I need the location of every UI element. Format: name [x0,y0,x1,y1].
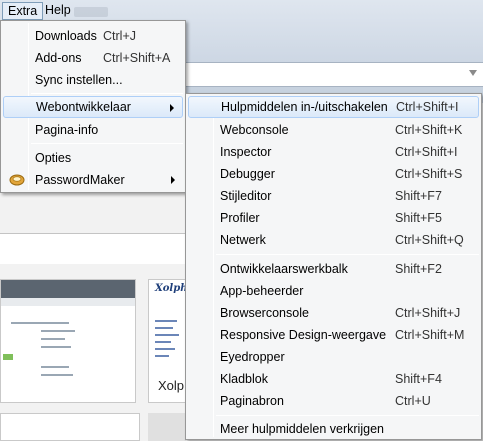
menu-item-webconsole[interactable]: Webconsole Ctrl+Shift+K [188,119,479,141]
menu-item-eyedropper[interactable]: Eyedropper [188,346,479,368]
menu-item-label: Webconsole [220,123,289,137]
thumbnail-line [155,334,179,336]
menu-item-shortcut: Ctrl+Shift+J [395,306,461,320]
menu-separator [31,143,183,144]
menu-separator [216,254,479,255]
thumbnail-caption: Xolp [158,378,185,393]
thumbnail-line [155,348,175,350]
thumbnail-header [1,280,135,298]
menu-separator [216,415,479,416]
menu-item-paginabron[interactable]: Paginabron Ctrl+U [188,390,479,412]
thumbnail-line [41,374,73,376]
menu-item-label: App-beheerder [220,284,304,298]
webontwikkelaar-submenu: Hulpmiddelen in-/uitschakelen Ctrl+Shift… [185,93,482,440]
menu-item-shortcut: Ctrl+Shift+S [395,167,463,181]
menu-item-shortcut: Ctrl+Shift+Q [395,233,464,247]
menu-item-debugger[interactable]: Debugger Ctrl+Shift+S [188,163,479,185]
menu-item-passwordmaker[interactable]: PasswordMaker [3,169,183,191]
menu-item-shortcut: Shift+F5 [395,211,442,225]
menu-item-meer-hulpmiddelen[interactable]: Meer hulpmiddelen verkrijgen [188,418,479,440]
url-bar[interactable] [185,62,483,87]
thumbnail-line [155,341,171,343]
menu-separator [31,93,183,94]
passwordmaker-icon [9,174,25,186]
menu-item-shortcut: Ctrl+J [103,29,136,43]
menu-item-shortcut: Ctrl+Shift+K [395,123,463,137]
menu-item-inspector[interactable]: Inspector Ctrl+Shift+I [188,141,479,163]
menu-item-pagina-info[interactable]: Pagina-info [3,119,183,141]
menu-item-label: Sync instellen... [35,73,123,87]
chevron-right-icon [171,176,175,184]
menu-item-shortcut: Ctrl+Shift+I [396,100,459,114]
menu-item-browserconsole[interactable]: Browserconsole Ctrl+Shift+J [188,302,479,324]
menu-item-label: Pagina-info [35,123,99,137]
thumbnail-line [155,320,177,322]
menu-bar: Extra Help [0,0,483,22]
menu-item-kladblok[interactable]: Kladblok Shift+F4 [188,368,479,390]
menu-item-label: Downloads [35,29,97,43]
thumbnail-line [155,327,173,329]
menu-item-label: Opties [35,151,72,165]
menu-item-shortcut: Shift+F7 [395,189,442,203]
menu-item-profiler[interactable]: Profiler Shift+F5 [188,207,479,229]
menu-item-label: Inspector [220,145,272,159]
dropdown-triangle-icon[interactable] [469,70,477,76]
menu-item-netwerk[interactable]: Netwerk Ctrl+Shift+Q [188,229,479,251]
thumbnail-line [41,338,65,340]
menu-item-label: Profiler [220,211,260,225]
site-thumbnail[interactable] [148,413,186,441]
thumbnail-line [11,322,41,324]
content-panel [0,234,190,264]
thumbnail-line [41,322,69,324]
thumbnail-line [41,330,75,332]
menu-item-label: Stijleditor [220,189,272,203]
thumbnail-line [41,346,71,348]
menu-item-label: Hulpmiddelen in-/uitschakelen [221,100,388,114]
thumbnail-line [41,366,69,368]
menu-item-shortcut: Ctrl+Shift+M [395,328,465,342]
menu-item-stijleditor[interactable]: Stijleditor Shift+F7 [188,185,479,207]
menu-item-opties[interactable]: Opties [3,147,183,169]
menu-item-shortcut: Shift+F4 [395,372,442,386]
menu-item-label: Paginabron [220,394,284,408]
menu-item-label: Ontwikkelaarswerkbalk [220,262,348,276]
menu-item-sync[interactable]: Sync instellen... [3,69,183,91]
thumbnail-subheader [1,298,135,306]
menu-item-shortcut: Ctrl+Shift+I [395,145,458,159]
chevron-right-icon [170,104,174,112]
menu-item-label: Responsive Design-weergave [220,328,387,342]
menu-item-hulpmiddelen[interactable]: Hulpmiddelen in-/uitschakelen Ctrl+Shift… [188,96,479,118]
menu-item-label: Eyedropper [220,350,285,364]
menu-item-responsive-design[interactable]: Responsive Design-weergave Ctrl+Shift+M [188,324,479,346]
menu-item-label: PasswordMaker [35,173,125,187]
menu-item-downloads[interactable]: Downloads Ctrl+J [3,25,183,47]
background-tab[interactable] [74,7,108,17]
site-thumbnail[interactable] [0,413,140,441]
menu-item-label: Debugger [220,167,275,181]
thumbnail-line [155,355,169,357]
menu-item-label: Kladblok [220,372,268,386]
menu-item-webontwikkelaar[interactable]: Webontwikkelaar [3,96,183,118]
menu-extra[interactable]: Extra [2,2,44,20]
menu-item-label: Netwerk [220,233,266,247]
thumbnail-badge [3,354,13,360]
menu-item-add-ons[interactable]: Add-ons Ctrl+Shift+A [3,47,183,69]
menu-item-label: Webontwikkelaar [36,100,131,114]
menu-item-label: Browserconsole [220,306,309,320]
menu-item-ontwikkelaarswerkbalk[interactable]: Ontwikkelaarswerkbalk Shift+F2 [188,258,479,280]
menu-item-shortcut: Ctrl+U [395,394,431,408]
menu-item-label: Add-ons [35,51,82,65]
menu-item-label: Meer hulpmiddelen verkrijgen [220,422,384,436]
site-thumbnail[interactable] [0,279,136,403]
extra-menu: Downloads Ctrl+J Add-ons Ctrl+Shift+A Sy… [0,20,186,193]
menu-help[interactable]: Help [40,2,76,20]
site-logo: Xolphin [155,283,185,294]
menu-item-app-beheerder[interactable]: App-beheerder [188,280,479,302]
menu-item-shortcut: Ctrl+Shift+A [103,51,171,65]
menu-item-shortcut: Shift+F2 [395,262,442,276]
